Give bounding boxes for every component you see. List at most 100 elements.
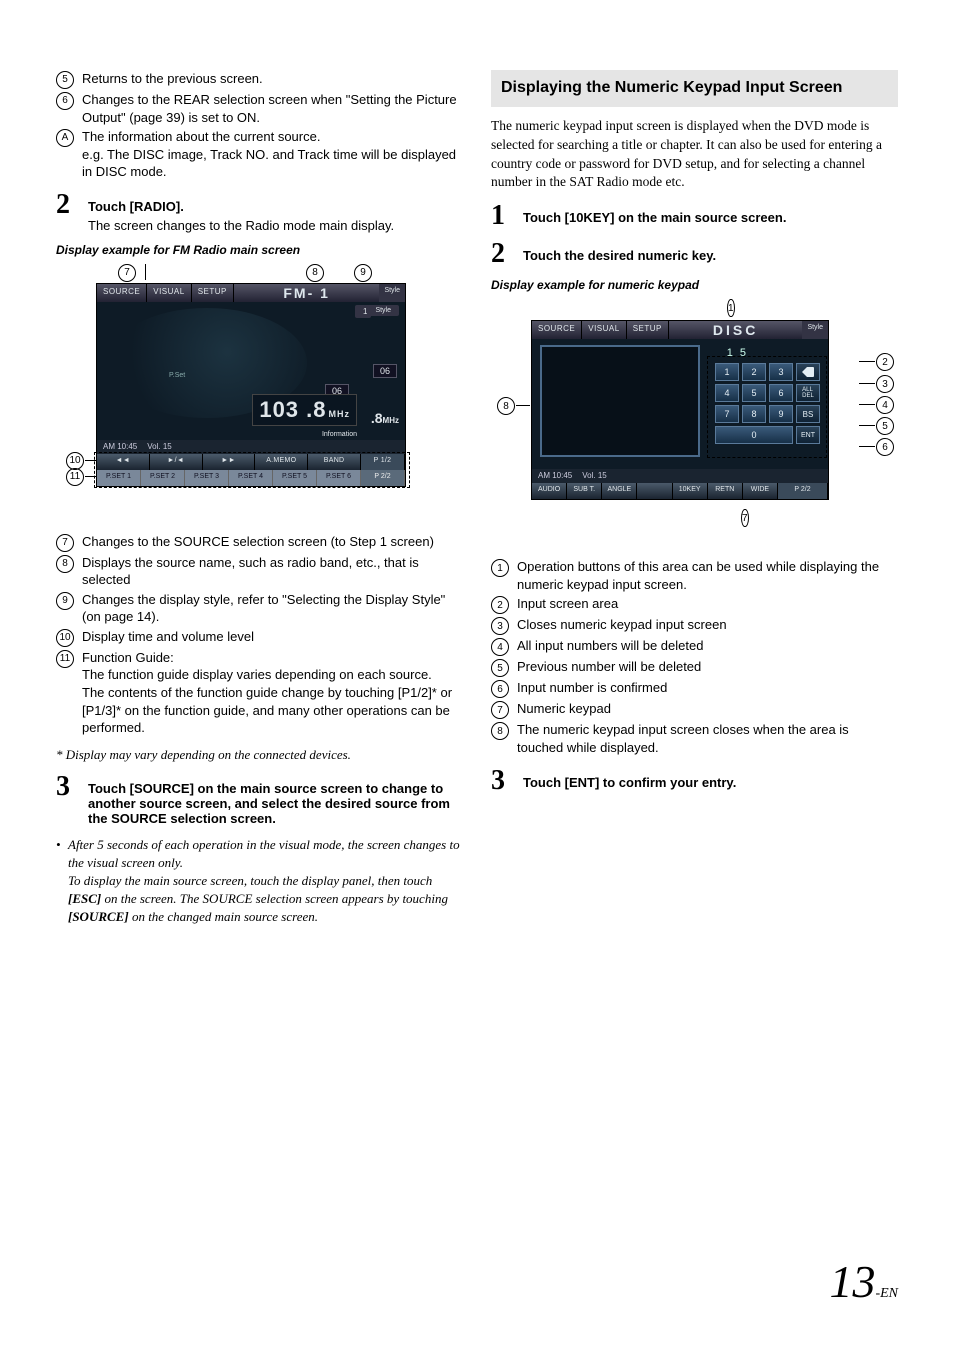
callout-marker: 5: [491, 659, 509, 677]
band-button[interactable]: BAND: [308, 454, 361, 470]
intro-paragraph: The numeric keypad input screen is displ…: [491, 117, 898, 193]
list-item: AThe information about the current sourc…: [56, 128, 463, 181]
callout-marker: 8: [491, 722, 509, 740]
channel-display-2: 06: [373, 364, 397, 378]
prev-track-button[interactable]: ◄◄: [97, 454, 150, 470]
style-button[interactable]: Style: [802, 321, 828, 339]
callout-text: Returns to the previous screen.: [82, 70, 263, 88]
step-text: Touch the desired numeric key.: [523, 240, 898, 263]
step-number: 2: [491, 240, 513, 268]
list-item: 5Previous number will be deleted: [491, 658, 898, 677]
list-item: 10 Display time and volume level: [56, 628, 463, 647]
key-7[interactable]: 7: [715, 405, 739, 423]
callout-text: Numeric keypad: [517, 700, 611, 718]
left-column: 5Returns to the previous screen. 6Change…: [56, 70, 463, 927]
key-2[interactable]: 2: [742, 363, 766, 381]
next-track-button[interactable]: ►►: [203, 454, 256, 470]
key-5[interactable]: 5: [742, 384, 766, 402]
callout-text: Changes the display style, refer to "Sel…: [82, 591, 463, 626]
callout-marker: 3: [491, 617, 509, 635]
callout-marker: 3: [876, 375, 894, 393]
page-indicator[interactable]: P 2/2: [778, 483, 828, 499]
input-value: 1 5: [727, 347, 748, 359]
preset-button[interactable]: P.SET 2: [141, 470, 185, 486]
preset-button[interactable]: P.SET 5: [273, 470, 317, 486]
page-indicator[interactable]: P 1/2: [361, 454, 405, 470]
setup-button[interactable]: SETUP: [627, 321, 669, 339]
callout-text: Function Guide: The function guide displ…: [82, 649, 463, 737]
fm-figure: 7 8 9 10 11 SOURCE VISUAL SETUP: [66, 265, 436, 515]
callout-marker: 10: [56, 629, 74, 647]
callout-text: Changes to the REAR selection screen whe…: [82, 91, 463, 126]
callout-text: Display time and volume level: [82, 628, 254, 646]
callout-marker: 4: [491, 638, 509, 656]
callout-marker: 8: [497, 397, 515, 415]
key-all-del[interactable]: ALL DEL: [796, 384, 820, 402]
preset-page-indicator[interactable]: P 2/2: [361, 470, 405, 486]
callout-marker: 6: [491, 680, 509, 698]
visual-button[interactable]: VISUAL: [582, 321, 626, 339]
fm-radio-screen: SOURCE VISUAL SETUP FM- 1 Style 1 Style …: [96, 283, 406, 487]
input-screen-area[interactable]: [540, 345, 700, 457]
key-8[interactable]: 8: [742, 405, 766, 423]
callout-marker: 6: [56, 92, 74, 110]
key-4[interactable]: 4: [715, 384, 739, 402]
playpause-button[interactable]: ►/◄: [150, 454, 203, 470]
wide-button[interactable]: WIDE: [743, 483, 778, 499]
note: After 5 seconds of each operation in the…: [56, 836, 463, 927]
key-9[interactable]: 9: [769, 405, 793, 423]
audio-button[interactable]: AUDIO: [532, 483, 567, 499]
page-number: 13-EN: [829, 1255, 898, 1308]
callout-marker: 7: [741, 509, 749, 527]
visual-button[interactable]: VISUAL: [147, 284, 191, 302]
callout-text: Changes to the SOURCE selection screen (…: [82, 533, 434, 551]
key-ent[interactable]: ENT: [796, 426, 820, 444]
callout-marker: 8: [56, 555, 74, 573]
step-3-right: 3 Touch [ENT] to confirm your entry.: [491, 767, 898, 795]
callout-marker: 6: [876, 438, 894, 456]
source-button[interactable]: SOURCE: [532, 321, 582, 339]
step-text: Touch [10KEY] on the main source screen.: [523, 202, 898, 225]
callout-marker: 2: [876, 353, 894, 371]
source-button[interactable]: SOURCE: [97, 284, 147, 302]
list-item: 7Numeric keypad: [491, 700, 898, 719]
preset-button[interactable]: P.SET 6: [317, 470, 361, 486]
setup-button[interactable]: SETUP: [192, 284, 234, 302]
key-6[interactable]: 6: [769, 384, 793, 402]
source-title: DISC: [669, 321, 803, 339]
callout-text: The numeric keypad input screen closes w…: [517, 721, 898, 756]
callout-marker: 7: [118, 264, 136, 282]
step-number: 3: [56, 773, 78, 801]
subtitle-button[interactable]: SUB T.: [567, 483, 602, 499]
key-0[interactable]: 0: [715, 426, 793, 444]
amemo-button[interactable]: A.MEMO: [255, 454, 308, 470]
preset-button[interactable]: P.SET 4: [229, 470, 273, 486]
preset-button[interactable]: P.SET 1: [97, 470, 141, 486]
function-guide-row: ◄◄ ►/◄ ►► A.MEMO BAND P 1/2: [97, 454, 405, 470]
numeric-keypad: 1 2 3 4 5 6 ALL DEL 7 8 9 BS 0 ENT: [715, 363, 820, 444]
disc-figure: 1 2 3 4 5 6 7 8 SOURCE VISUAL SETUP DISC…: [497, 300, 897, 540]
key-3[interactable]: 3: [769, 363, 793, 381]
angle-button[interactable]: ANGLE: [602, 483, 637, 499]
volume-level: Vol. 15: [582, 471, 606, 481]
key-1[interactable]: 1: [715, 363, 739, 381]
key-close[interactable]: [796, 363, 820, 381]
tenkey-button[interactable]: 10KEY: [673, 483, 708, 499]
callout-text: Input number is confirmed: [517, 679, 667, 697]
right-column: Displaying the Numeric Keypad Input Scre…: [491, 70, 898, 927]
disc-keypad-screen: SOURCE VISUAL SETUP DISC Style 1 5 1 2 3…: [531, 320, 829, 500]
figure-caption-fm: Display example for FM Radio main screen: [56, 243, 463, 257]
list-item: 8 The numeric keypad input screen closes …: [491, 721, 898, 756]
key-bs[interactable]: BS: [796, 405, 820, 423]
callout-list-right: 1Operation buttons of this area can be u…: [491, 558, 898, 756]
style-pill[interactable]: Style: [367, 305, 399, 316]
preset-button[interactable]: P.SET 3: [185, 470, 229, 486]
callout-marker: 11: [66, 468, 84, 486]
style-button[interactable]: Style: [379, 284, 405, 302]
clock: AM 10:45: [103, 442, 137, 452]
callout-list-1: 5Returns to the previous screen. 6Change…: [56, 70, 463, 181]
return-button[interactable]: RETN: [708, 483, 743, 499]
pset-label: P.Set: [169, 372, 185, 379]
step-number: 2: [56, 191, 78, 219]
clock: AM 10:45: [538, 471, 572, 481]
